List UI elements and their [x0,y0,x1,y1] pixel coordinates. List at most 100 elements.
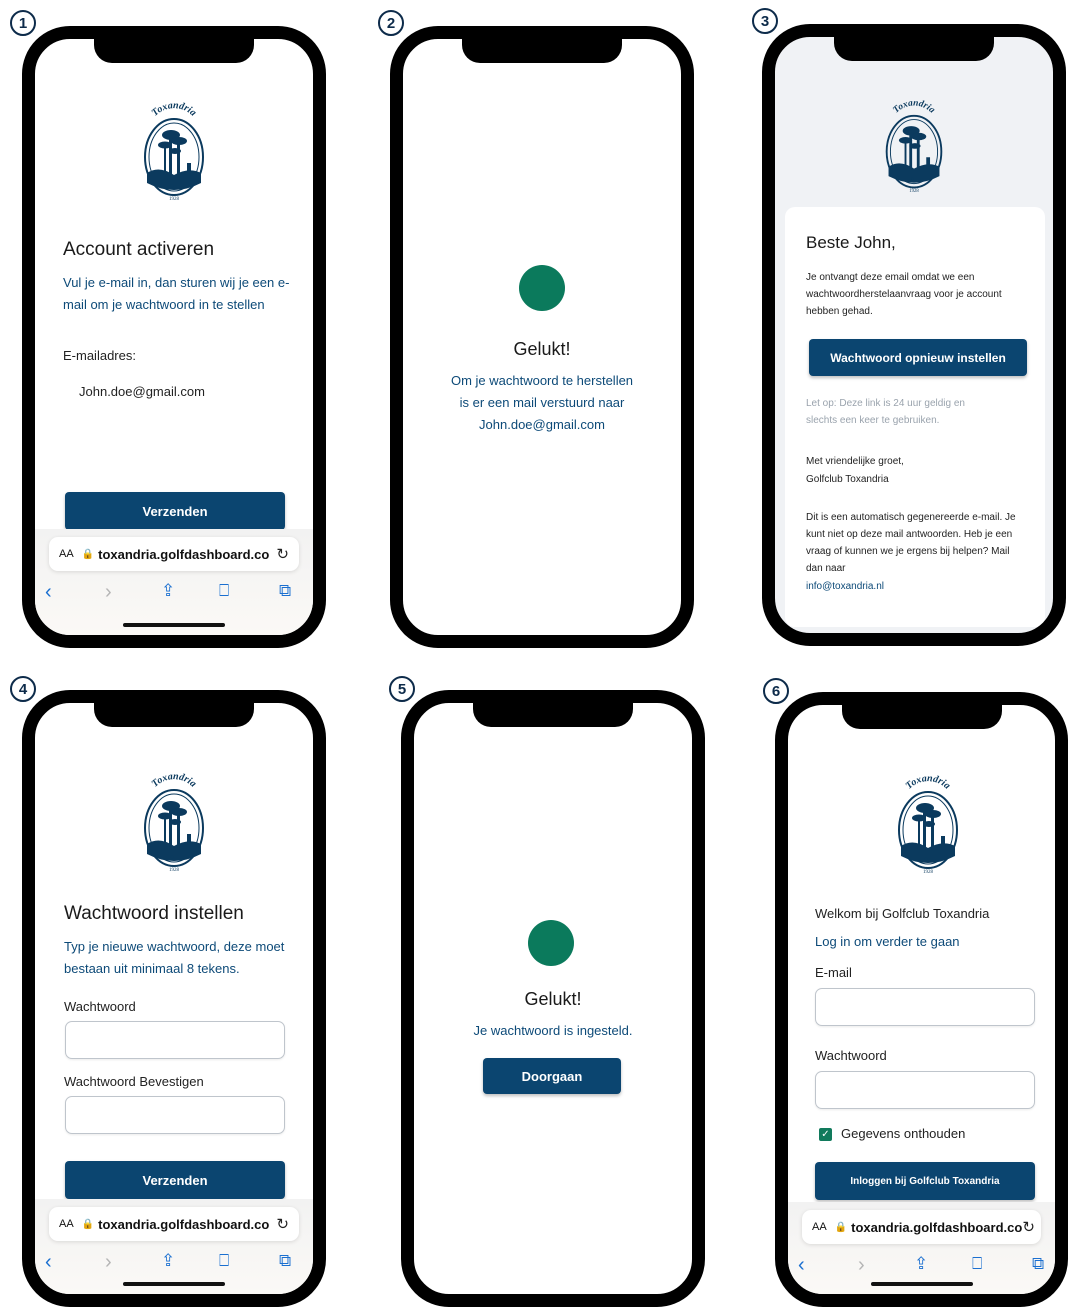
success-title: Gelukt! [513,339,571,359]
continue-button[interactable]: Doorgaan [483,1058,621,1094]
toxandria-logo [139,765,209,877]
page-title: Account activeren [63,239,215,260]
email-input[interactable] [815,988,1035,1026]
step-number-3: 3 [752,8,778,34]
remember-checkbox[interactable]: ✓ [819,1128,832,1141]
tabs-icon[interactable]: ⧉ [1032,1254,1044,1274]
safari-toolbar: ‹ › ⇪ ⎕ ⧉ [788,1254,1055,1282]
bookmarks-icon[interactable]: ⎕ [219,581,229,601]
back-icon[interactable]: ‹ [45,1251,52,1274]
success-message-line-1: Om je wachtwoord te herstellen [450,373,634,388]
password-input[interactable] [65,1021,285,1059]
safari-bar: AA 🔒 toxandria.golfdashboard.co ↻ ‹ › ⇪ … [35,1199,313,1294]
safari-bar: AA 🔒 toxandria.golfdashboard.co ↻ ‹ › ⇪ … [35,529,313,635]
address-bar[interactable]: AA 🔒 toxandria.golfdashboard.co ↻ [802,1210,1041,1244]
password-input[interactable] [815,1071,1035,1109]
send-button[interactable]: Verzenden [65,492,285,530]
toxandria-logo [139,95,209,205]
safari-toolbar: ‹ › ⇪ ⎕ ⧉ [35,1251,313,1279]
forward-icon[interactable]: › [105,581,112,604]
success-message: Je wachtwoord is ingesteld. [473,1023,633,1038]
phone-step-2: Gelukt! Om je wachtwoord te herstellen i… [390,26,694,648]
toxandria-logo [881,93,947,197]
forward-icon[interactable]: › [858,1254,865,1277]
remember-label: Gegevens onthouden [841,1126,966,1141]
phone-step-6: Welkom bij Golfclub Toxandria Log in om … [775,692,1068,1307]
reload-icon[interactable]: ↻ [276,545,289,563]
step-number-2: 2 [378,10,404,36]
success-icon [528,920,574,966]
share-icon[interactable]: ⇪ [914,1254,928,1274]
page-title: Wachtwoord instellen [64,903,244,924]
password-label: Wachtwoord [64,999,136,1014]
home-indicator [123,1282,225,1286]
phone-step-3: Beste John, Je ontvangt deze email omdat… [762,24,1066,646]
description-text: Vul je e-mail in, dan sturen wij je een … [63,275,290,312]
text-size-button[interactable]: AA [812,1221,827,1233]
lock-icon: 🔒 [81,548,95,560]
safari-bar: AA 🔒 toxandria.golfdashboard.co ↻ ‹ › ⇪ … [788,1202,1055,1294]
closing-signature: Golfclub Toxandria [806,474,889,485]
step-number-6: 6 [763,678,789,704]
lock-icon: 🔒 [834,1221,848,1233]
welcome-heading: Welkom bij Golfclub Toxandria [815,906,990,921]
success-title: Gelukt! [524,989,582,1009]
lock-icon: 🔒 [81,1218,95,1230]
email-greeting: Beste John, [806,233,896,252]
success-message-line-2: is er een mail verstuurd naar [459,395,625,410]
phone-notch [841,705,1002,729]
step-number-4: 4 [10,676,36,702]
phone-notch [94,703,254,727]
email-label: E-mailadres: [63,348,136,363]
text-size-button[interactable]: AA [59,1218,74,1230]
phone-step-5: Gelukt! Je wachtwoord is ingesteld. Door… [401,690,705,1307]
reload-icon[interactable]: ↻ [276,1215,289,1233]
login-subtitle: Log in om verder te gaan [815,934,960,949]
back-icon[interactable]: ‹ [798,1254,805,1277]
confirm-password-label: Wachtwoord Bevestigen [64,1074,204,1089]
bookmarks-icon[interactable]: ⎕ [972,1254,982,1274]
success-icon [519,265,565,311]
share-icon[interactable]: ⇪ [161,581,175,601]
back-icon[interactable]: ‹ [45,581,52,604]
email-body: Je ontvangt deze email omdat we een wach… [806,272,1002,317]
home-indicator [123,623,225,627]
closing-greeting: Met vriendelijke groet, [806,456,904,467]
send-button[interactable]: Verzenden [65,1161,285,1199]
step-number-1: 1 [10,10,36,36]
home-indicator [870,1282,973,1286]
auto-generated-notice: Dit is een automatisch gegenereerde e-ma… [806,512,1016,574]
address-bar[interactable]: AA 🔒 toxandria.golfdashboard.co ↻ [49,1207,299,1241]
toxandria-logo [893,767,963,879]
step-number-5: 5 [389,676,415,702]
phone-notch [462,39,622,63]
email-input[interactable]: John.doe@gmail.com [79,384,205,399]
url-text: toxandria.golfdashboard.co [851,1219,1023,1235]
support-email-link[interactable]: info@toxandria.nl [806,581,884,592]
tabs-icon[interactable]: ⧉ [279,581,291,601]
url-text: toxandria.golfdashboard.co [98,546,270,562]
login-button[interactable]: Inloggen bij Golfclub Toxandria [815,1162,1035,1200]
phone-notch [94,39,254,63]
success-email: John.doe@gmail.com [479,417,605,432]
phone-step-1: Account activeren Vul je e-mail in, dan … [22,26,326,648]
reload-icon[interactable]: ↻ [1022,1218,1035,1236]
text-size-button[interactable]: AA [59,548,74,560]
tabs-icon[interactable]: ⧉ [279,1251,291,1271]
email-label: E-mail [815,965,852,980]
reset-password-button[interactable]: Wachtwoord opnieuw instellen [809,339,1027,376]
share-icon[interactable]: ⇪ [161,1251,175,1271]
phone-step-4: Wachtwoord instellen Typ je nieuwe wacht… [22,690,326,1307]
link-validity-note: Let op: Deze link is 24 uur geldig en sl… [806,398,965,426]
phone-notch [473,703,633,727]
url-text: toxandria.golfdashboard.co [98,1216,270,1232]
forward-icon[interactable]: › [105,1251,112,1274]
safari-toolbar: ‹ › ⇪ ⎕ ⧉ [35,581,313,609]
email-card: Beste John, Je ontvangt deze email omdat… [785,207,1045,627]
address-bar[interactable]: AA 🔒 toxandria.golfdashboard.co ↻ [49,537,299,571]
phone-notch [834,37,994,61]
description-text: Typ je nieuwe wachtwoord, deze moet best… [64,939,285,976]
bookmarks-icon[interactable]: ⎕ [219,1251,229,1271]
confirm-password-input[interactable] [65,1096,285,1134]
password-label: Wachtwoord [815,1048,887,1063]
